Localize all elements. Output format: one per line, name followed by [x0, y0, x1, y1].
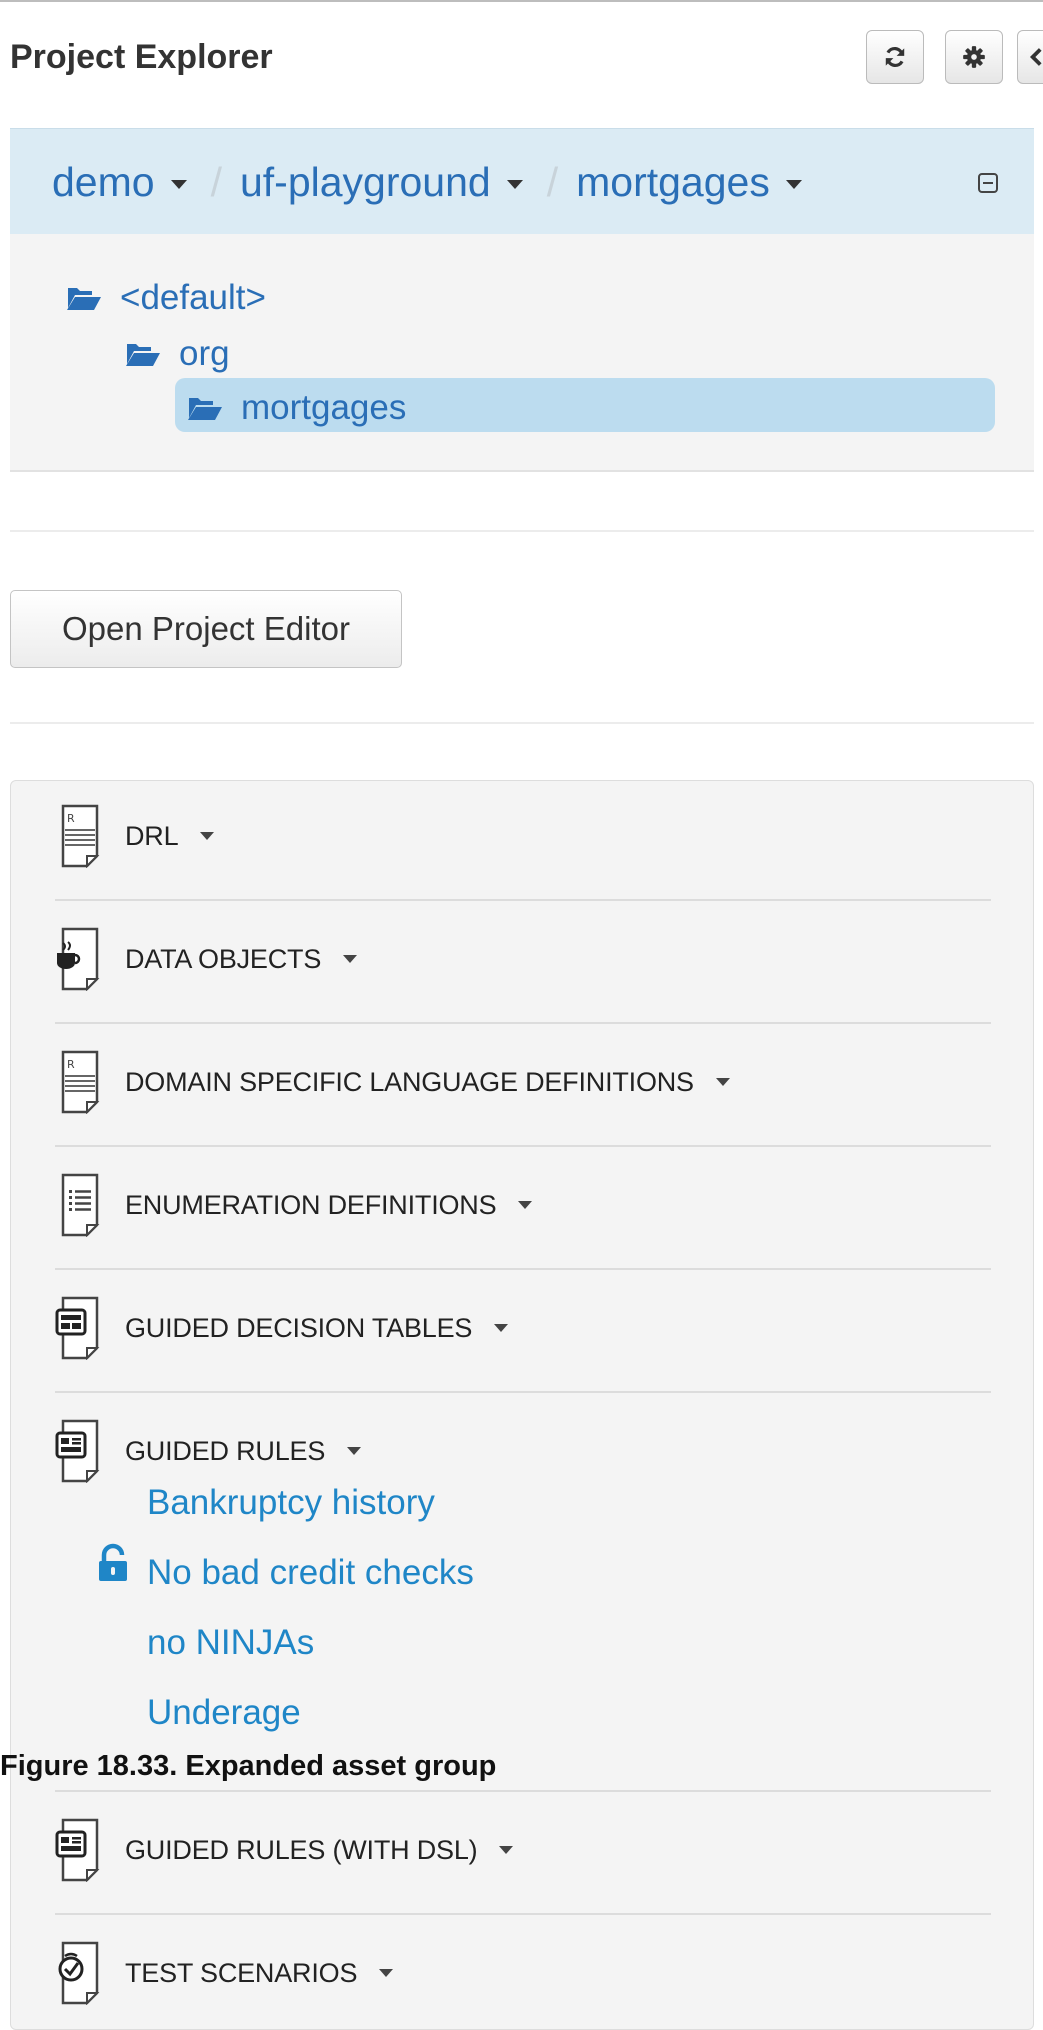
group-divider	[55, 1145, 991, 1147]
decision-table-file-icon	[55, 1296, 100, 1360]
refresh-icon	[885, 46, 905, 68]
asset-link-bankruptcy-history[interactable]: Bankruptcy history	[147, 1483, 435, 1523]
asset-group-label: GUIDED RULES (WITH DSL)	[125, 1834, 478, 1865]
folder-open-icon	[67, 288, 101, 310]
caret-down-icon	[379, 1969, 394, 1977]
test-scenario-file-icon	[58, 1941, 100, 2005]
breadcrumb-project[interactable]: mortgages	[576, 159, 770, 206]
group-divider	[55, 899, 991, 901]
dsl-file-icon: R	[61, 1050, 100, 1114]
package-tree: <default> org mortgages	[10, 234, 1034, 472]
tree-node-org[interactable]: org	[125, 334, 230, 374]
group-divider	[55, 1022, 991, 1024]
tree-node-label: org	[179, 334, 230, 373]
tree-node-label: <default>	[120, 278, 266, 317]
gear-icon	[963, 46, 985, 68]
collapse-panel-button[interactable]	[1017, 30, 1043, 84]
tree-node-default[interactable]: <default>	[66, 278, 266, 318]
divider	[10, 530, 1034, 532]
group-divider	[55, 1268, 991, 1270]
asset-group-guided-rules[interactable]: GUIDED RULES	[53, 1419, 362, 1483]
asset-group-data-objects[interactable]: DATA OBJECTS	[53, 927, 358, 991]
caret-down-icon[interactable]	[785, 179, 802, 189]
caret-down-icon	[343, 955, 358, 963]
caret-down-icon	[200, 832, 215, 840]
asset-group-guided-rules-with-dsl[interactable]: GUIDED RULES (WITH DSL)	[53, 1818, 514, 1882]
divider	[10, 722, 1034, 724]
breadcrumb-separator: /	[546, 158, 559, 205]
figure-caption: Figure 18.33. Expanded asset group	[0, 1750, 497, 1782]
open-project-editor-button[interactable]: Open Project Editor	[10, 590, 402, 668]
collapse-icon[interactable]	[978, 173, 998, 193]
caret-down-icon	[499, 1846, 514, 1854]
data-object-file-icon	[57, 927, 100, 991]
group-divider	[55, 1913, 991, 1915]
asset-group-label: TEST SCENARIOS	[125, 1957, 358, 1988]
guided-rule-dsl-file-icon	[55, 1818, 100, 1882]
caret-down-icon	[715, 1078, 730, 1086]
asset-group-guided-decision-tables[interactable]: GUIDED DECISION TABLES	[53, 1296, 509, 1360]
svg-text:R: R	[67, 1058, 75, 1071]
asset-group-label: DOMAIN SPECIFIC LANGUAGE DEFINITIONS	[125, 1066, 694, 1097]
asset-groups-panel: R DRL DATA OBJECTS R DOMAIN SPECIFIC LAN…	[10, 780, 1034, 2030]
svg-text:R: R	[67, 812, 75, 825]
asset-group-enumeration-definitions[interactable]: ENUMERATION DEFINITIONS	[53, 1173, 533, 1237]
tree-node-label: mortgages	[241, 388, 407, 427]
top-divider	[0, 0, 1043, 2]
caret-down-icon[interactable]	[170, 179, 187, 189]
asset-group-label: DRL	[125, 820, 179, 851]
folder-open-icon	[126, 344, 160, 366]
asset-group-label: GUIDED DECISION TABLES	[125, 1312, 473, 1343]
refresh-button[interactable]	[866, 30, 924, 84]
guided-rule-file-icon	[55, 1419, 100, 1483]
drl-file-icon: R	[61, 804, 100, 868]
asset-group-label: DATA OBJECTS	[125, 943, 322, 974]
asset-link-no-ninjas[interactable]: no NINJAs	[147, 1623, 314, 1663]
breadcrumb-repository[interactable]: uf-playground	[240, 159, 491, 206]
caret-down-icon	[494, 1324, 509, 1332]
chevron-left-icon	[1029, 48, 1042, 66]
lock-icon	[99, 1543, 127, 1581]
breadcrumb-organization[interactable]: demo	[52, 159, 155, 206]
asset-group-label: ENUMERATION DEFINITIONS	[125, 1189, 497, 1220]
group-divider	[55, 1790, 991, 1792]
asset-group-dsl-definitions[interactable]: R DOMAIN SPECIFIC LANGUAGE DEFINITIONS	[53, 1050, 730, 1114]
tree-node-mortgages[interactable]: mortgages	[187, 388, 406, 428]
asset-group-label: GUIDED RULES	[125, 1435, 326, 1466]
caret-down-icon	[347, 1447, 362, 1455]
breadcrumb: demo / uf-playground / mortgages	[10, 128, 1034, 234]
folder-open-icon	[188, 398, 222, 420]
enumeration-file-icon	[61, 1173, 100, 1237]
page-title: Project Explorer	[10, 38, 273, 76]
asset-group-test-scenarios[interactable]: TEST SCENARIOS	[53, 1941, 394, 2005]
asset-group-drl[interactable]: R DRL	[53, 804, 215, 868]
asset-link-underage[interactable]: Underage	[147, 1693, 301, 1733]
caret-down-icon[interactable]	[506, 179, 523, 189]
settings-button[interactable]	[945, 30, 1003, 84]
caret-down-icon	[518, 1201, 533, 1209]
group-divider	[55, 1391, 991, 1393]
breadcrumb-separator: /	[210, 158, 222, 205]
asset-link-no-bad-credit-checks[interactable]: No bad credit checks	[147, 1553, 474, 1593]
